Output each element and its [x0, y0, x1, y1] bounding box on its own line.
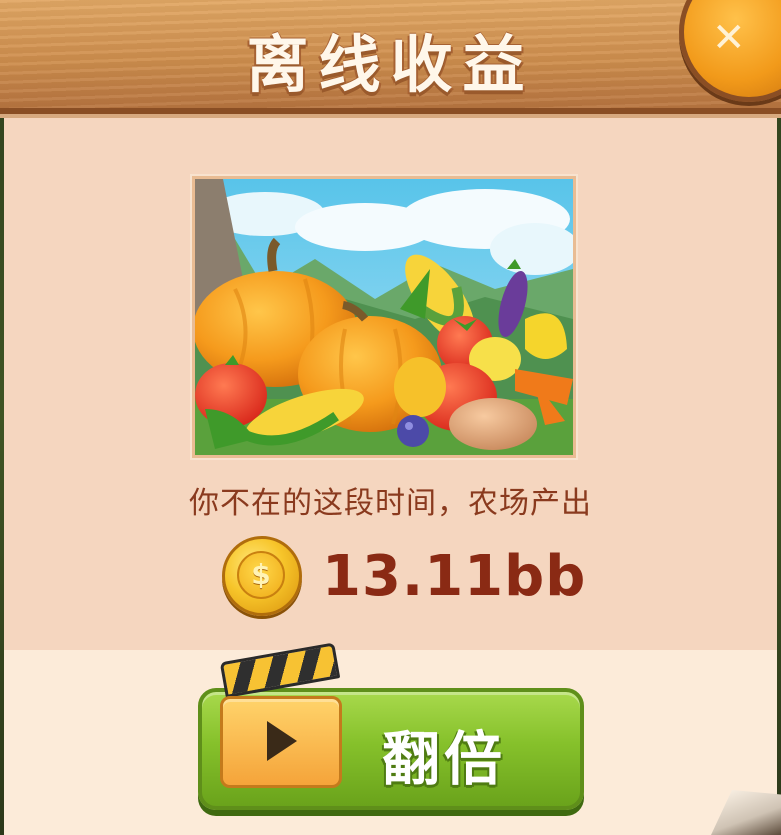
- double-reward-button[interactable]: 翻倍: [198, 642, 584, 810]
- harvest-illustration: [192, 176, 576, 458]
- reward-amount: 13.11bb: [322, 543, 587, 609]
- double-button-label: 翻倍: [382, 725, 507, 793]
- clapper-body: [220, 696, 342, 788]
- harvest-picture: [195, 179, 573, 455]
- gold-coin-icon: $: [222, 536, 302, 616]
- play-icon: [267, 721, 297, 761]
- dialog-title: 离线收益: [246, 28, 535, 101]
- close-icon: ✕: [712, 15, 746, 61]
- dialog-header: 离线收益: [0, 0, 781, 114]
- offline-description: 你不在的这段时间，农场产出: [189, 486, 592, 521]
- video-clapper-icon: [219, 642, 344, 792]
- reward-row: $ 13.11bb: [222, 536, 586, 616]
- coin-symbol: $: [251, 558, 271, 591]
- game-screen: 离线收益 ✕ 你不在的这段时间，农场产出 $ 13.11bb 翻倍: [0, 0, 781, 835]
- coin-face: $: [237, 551, 285, 599]
